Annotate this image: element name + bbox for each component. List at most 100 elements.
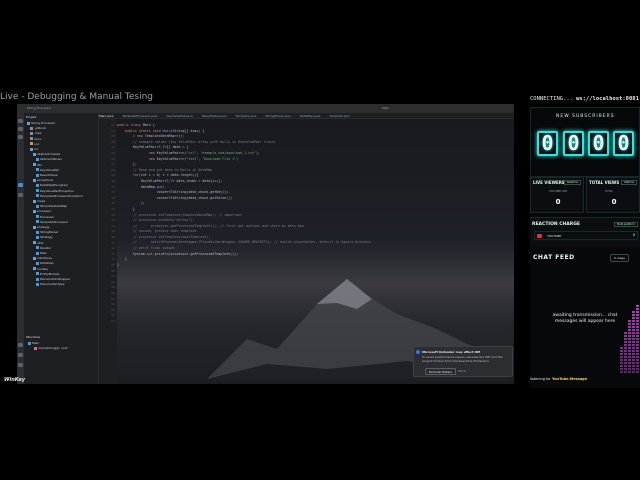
equalizer-segment [620,359,623,361]
tree-item-label: interfaces [37,256,52,261]
equalizer-segment [636,332,639,334]
tree-item[interactable]: .gitbook [30,126,46,130]
tree-item[interactable]: src [30,147,38,151]
tree-item[interactable]: Iterator [36,246,51,250]
editor-tab[interactable]: DataMap.java [300,113,321,118]
ide-window: String Processor Main Project String Pro… [17,104,514,384]
project-name[interactable]: String Processor [27,106,51,110]
code-line[interactable]: } [117,263,514,269]
class-icon [36,173,39,177]
tree-item[interactable]: Strategy [36,235,53,239]
structure-item[interactable]: Main [28,341,39,345]
equalizer-segment [636,353,639,355]
tree-item[interactable]: KeyValuePair [36,168,59,172]
equalizer-segment [620,347,623,349]
structure-panel-header[interactable]: Structure [26,335,40,339]
tree-item[interactable]: out [30,142,39,146]
tree-item[interactable]: PlaceholderWrapper [36,277,70,281]
code-editor[interactable]: public class Main { public static void m… [117,119,514,384]
equalizer-segment [624,356,627,358]
stream-title: Live - Debugging & Manual Tesing [0,92,153,102]
code-token: convertToString(data_chunk.getValue()) [117,195,233,200]
folder-icon [33,199,36,203]
structure-item[interactable]: main(String[]): void [34,346,67,350]
git-icon[interactable] [18,363,23,367]
equalizer-segment [628,335,631,337]
line-number: 27 [111,162,115,167]
equalizer-segment [632,365,635,367]
equalizer-segment [628,332,631,334]
tree-item[interactable]: AbstractParser [36,157,62,161]
editor-tab[interactable]: Template.java [236,113,257,118]
editor-tab[interactable]: Main.java [99,113,113,118]
tree-item[interactable]: strategy [33,225,50,229]
terminal-icon[interactable] [18,343,23,347]
editor-tab[interactable]: template.json [329,113,350,118]
tree-item[interactable]: TemplateDataMap [36,204,67,208]
code-token: public static void [117,128,163,133]
tree-item[interactable]: dto [33,163,42,167]
editor-tab[interactable]: ResultValue.java [202,113,227,118]
tree-item-label: TemplateProcessor [40,219,69,224]
equalizer-segment [636,335,639,337]
tree-item-label: exceptions [37,178,54,183]
equalizer-segment [628,326,631,328]
line-number: 25 [111,151,115,155]
tree-item[interactable]: Processor [36,215,54,219]
tree-item[interactable]: utils [33,241,43,245]
tree-item[interactable]: TemplateProcessor [36,220,68,224]
equalizer-segment [632,371,635,373]
tree-item[interactable]: abstractclasses [33,152,60,156]
tree-item[interactable]: .idea [30,131,41,135]
tree-item[interactable]: interfaces [33,256,52,260]
tree-item[interactable]: Main [36,251,47,255]
problems-icon[interactable] [18,353,23,357]
tree-item[interactable]: models [33,267,48,271]
bookmarks-icon[interactable] [18,193,23,197]
commit-icon[interactable] [18,127,23,131]
tree-item[interactable]: DataMapException [36,183,68,187]
editor-tab[interactable]: KeyValuePair.java [167,113,193,118]
tree-item[interactable]: EntityModels [36,272,59,276]
code-content[interactable]: public class Main { public static void m… [117,123,514,268]
pull-request-icon[interactable] [18,135,23,139]
editor-tab[interactable]: TemplateProcessor.java [122,113,157,118]
tree-item[interactable]: docs [30,137,41,141]
total-views-sub: TOTAL [605,190,613,193]
equalizer-segment [624,332,627,334]
tree-item[interactable]: maps [33,199,45,203]
ide-titlebar: String Processor Main [17,104,514,113]
folder-icon [33,209,36,213]
code-token: }; [117,162,137,167]
tree-item[interactable]: PlaceholderType [36,282,64,286]
project-panel-header[interactable]: Project [26,115,36,119]
method-icon [34,346,37,350]
tree-item[interactable]: TemplateProcessorException [36,194,83,198]
exclude-folders-button[interactable]: Exclude folders [425,368,456,375]
tree-item[interactable]: String Processor [27,121,55,125]
equalizer-segment [632,320,635,322]
tree-item[interactable]: processor [33,209,52,213]
more-link[interactable]: More [458,369,465,373]
tree-item[interactable]: StringParser [36,230,58,234]
structure-icon[interactable] [18,183,23,187]
class-icon [36,157,39,161]
tree-item-label: dto [37,162,42,167]
tree-item[interactable]: ResultValue [36,173,58,177]
editor-tab[interactable]: StringParser.java [265,113,290,118]
tree-item-label: KeyValuePair [40,167,60,172]
run-config[interactable]: Main [382,106,389,110]
tree-item-label: Processor [40,214,55,219]
equalizer-segment [628,365,631,367]
reaction-tag: Multi-platform [614,222,638,227]
code-token: new [117,150,157,155]
reaction-panel: REACTION CHARGE Multi-platform YOUTUBE 0 [530,217,640,247]
tree-item[interactable]: exceptions [33,178,53,182]
folder-icon [33,163,36,167]
tree-item[interactable]: KeyValuePairException [36,189,74,193]
tree-item[interactable]: DataMap [36,261,54,265]
equalizer-segment [632,314,635,316]
equalizer-segment [628,323,631,325]
project-icon[interactable] [18,119,23,123]
class-icon [36,277,39,281]
